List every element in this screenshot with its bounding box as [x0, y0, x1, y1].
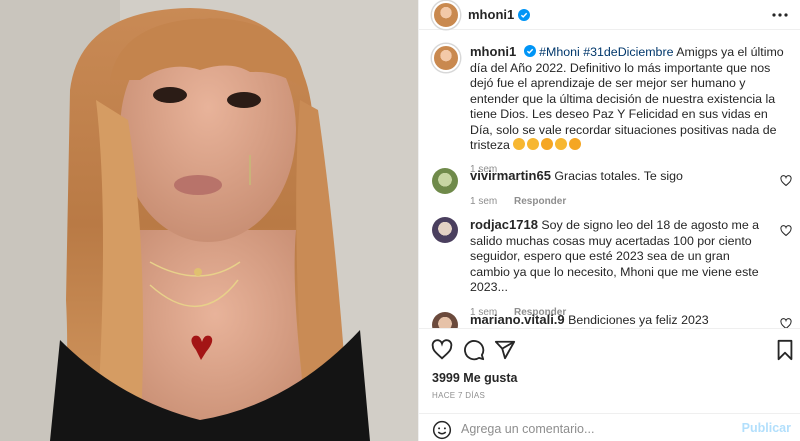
avatar[interactable]: [432, 168, 458, 194]
smiling-face-icon: [527, 138, 540, 150]
smiling-face-icon: [555, 138, 568, 150]
post-details-panel: mhoni1 mhoni1 #Mhoni #31deDiciembre Amig…: [418, 0, 800, 441]
heart-icon[interactable]: [780, 225, 792, 237]
comment-time: 1 sem: [470, 195, 498, 207]
hashtag-link[interactable]: #31deDiciembre: [583, 45, 673, 59]
verified-badge-icon: [523, 45, 536, 57]
more-options-icon[interactable]: [771, 6, 789, 24]
post-comment-button[interactable]: Publicar: [742, 421, 791, 435]
comment-input[interactable]: [461, 418, 731, 440]
smiling-face-icon: [513, 138, 526, 150]
post-timestamp: HACE 7 DÍAS: [432, 391, 486, 400]
avatar[interactable]: [432, 44, 460, 72]
caption-text: mhoni1 #Mhoni #31deDiciembre Amigps ya e…: [470, 44, 792, 154]
comment-username[interactable]: mariano.vitali.9: [470, 312, 565, 327]
post-caption: mhoni1 #Mhoni #31deDiciembre Amigps ya e…: [432, 44, 792, 177]
comment-item: vivirmartin65 Gracias totales. Te sigo 1…: [432, 168, 792, 209]
caption-username[interactable]: mhoni1: [470, 44, 516, 59]
post-header: mhoni1: [419, 0, 800, 30]
paper-plane-icon[interactable]: [494, 339, 516, 361]
heart-eyes-face-icon: [541, 138, 554, 150]
avatar[interactable]: [432, 0, 460, 29]
verified-badge-icon: [518, 8, 531, 21]
comment-username[interactable]: rodjac1718: [470, 217, 538, 232]
add-comment-bar: Publicar: [419, 413, 800, 441]
post-photo[interactable]: [0, 0, 418, 441]
caption-body: Amigps ya el último día del Año 2022. De…: [470, 45, 784, 152]
comment-text: Bendiciones ya feliz 2023: [568, 313, 709, 327]
hashtag-link[interactable]: #Mhoni: [539, 45, 580, 59]
likes-count[interactable]: 3999 Me gusta: [432, 371, 517, 385]
comment-username[interactable]: vivirmartin65: [470, 168, 551, 183]
header-username[interactable]: mhoni1: [468, 7, 514, 22]
heart-icon[interactable]: [431, 339, 453, 361]
woman-portrait-image: [0, 0, 418, 441]
bookmark-icon[interactable]: [774, 339, 796, 361]
emoji-smiley-icon[interactable]: [432, 420, 452, 440]
comment-item: rodjac1718 Soy de signo leo del 18 de ag…: [432, 217, 792, 320]
avatar[interactable]: [432, 217, 458, 243]
post-actions-section: 3999 Me gusta HACE 7 DÍAS Publicar: [419, 328, 800, 441]
comment-icon[interactable]: [463, 339, 485, 361]
heart-icon[interactable]: [780, 175, 792, 187]
reply-button[interactable]: Responder: [514, 196, 566, 207]
heart-eyes-face-icon: [569, 138, 582, 150]
comment-text: Gracias totales. Te sigo: [554, 169, 683, 183]
